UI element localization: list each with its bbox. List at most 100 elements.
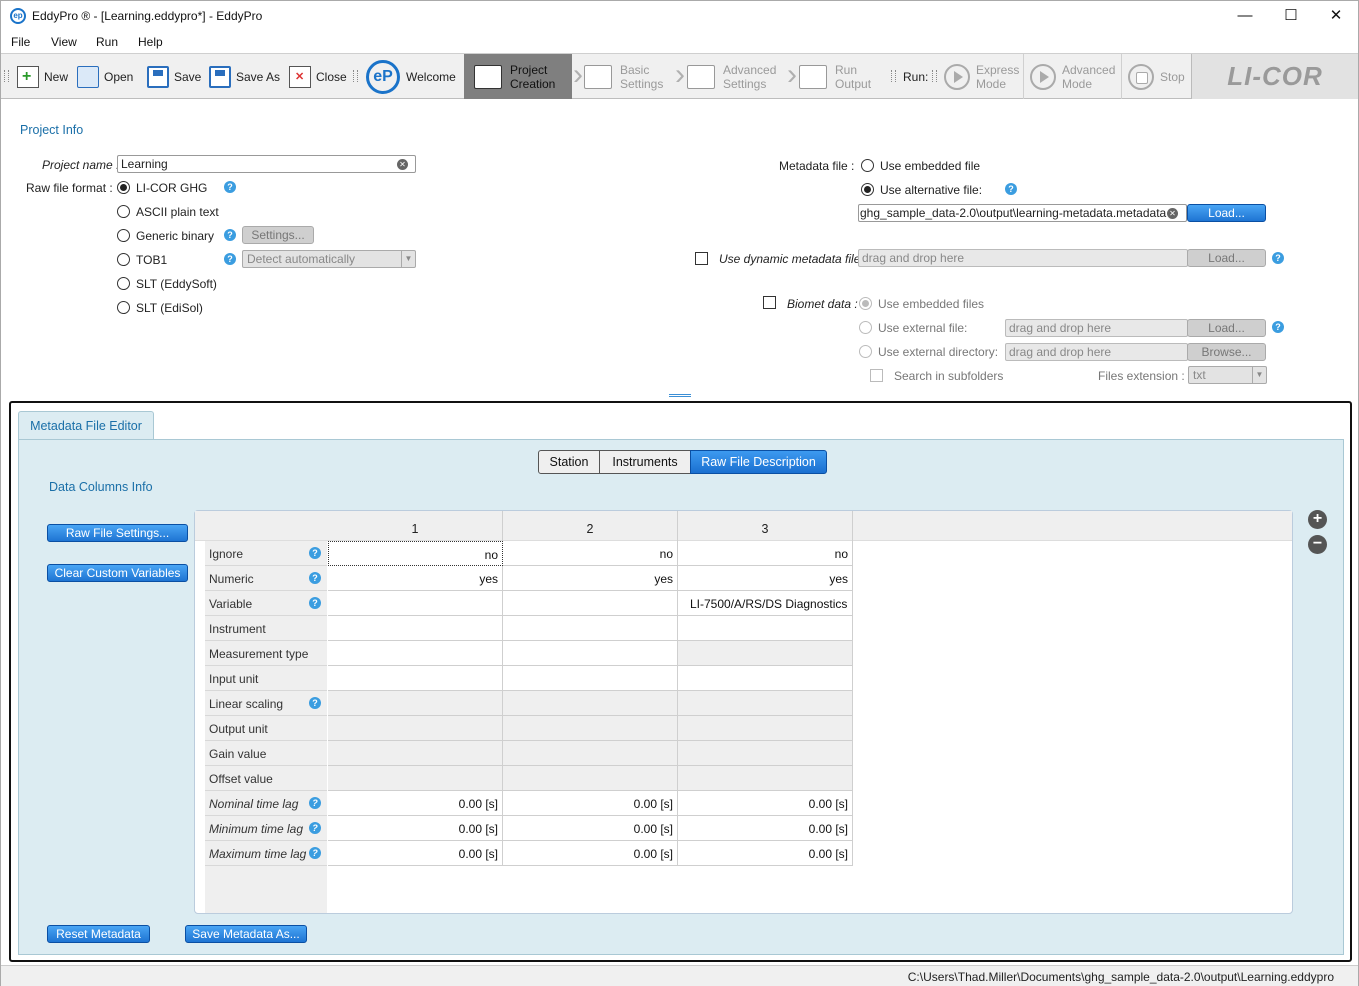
format-slt-eddysoft-radio[interactable] (117, 277, 130, 290)
remove-column-icon[interactable]: − (1308, 535, 1327, 554)
column-header[interactable]: 3 (678, 511, 853, 541)
table-cell[interactable] (503, 616, 678, 641)
table-cell[interactable] (503, 666, 678, 691)
raw-file-settings-button[interactable]: Raw File Settings... (47, 524, 188, 542)
table-cell[interactable] (328, 591, 503, 616)
toolbar-grip-icon[interactable] (891, 70, 896, 82)
new-button[interactable]: New (17, 54, 68, 99)
save-as-button[interactable]: Save As (209, 54, 280, 99)
table-cell[interactable]: LI-7500/A/RS/DS Diagnostics (678, 591, 853, 616)
table-cell[interactable]: 0.00 [s] (503, 816, 678, 841)
menu-help[interactable]: Help (138, 35, 163, 49)
table-cell[interactable]: yes (503, 566, 678, 591)
table-cell[interactable] (328, 641, 503, 666)
table-cell[interactable]: 0.00 [s] (503, 841, 678, 866)
table-cell[interactable] (503, 641, 678, 666)
format-tob1-radio[interactable] (117, 253, 130, 266)
table-cell[interactable]: 0.00 [s] (503, 791, 678, 816)
table-cell[interactable]: no (503, 541, 678, 566)
menu-view[interactable]: View (51, 35, 77, 49)
clear-icon[interactable]: ✕ (397, 159, 408, 170)
close-file-button[interactable]: Close (289, 54, 347, 99)
stage-advanced-settings[interactable]: Advanced Settings (677, 54, 787, 99)
column-header[interactable]: 2 (503, 511, 678, 541)
biomet-embedded-radio[interactable] (859, 297, 872, 310)
column-header[interactable]: 1 (328, 511, 503, 541)
table-cell[interactable] (678, 641, 853, 666)
biomet-checkbox[interactable] (763, 296, 776, 309)
table-cell[interactable] (328, 666, 503, 691)
toolbar-grip-icon[interactable] (4, 70, 9, 82)
table-cell[interactable]: 0.00 [s] (328, 791, 503, 816)
table-cell[interactable]: no (328, 541, 503, 566)
help-icon[interactable]: ? (224, 181, 236, 193)
save-metadata-as-button[interactable]: Save Metadata As... (185, 925, 307, 943)
toolbar-grip-icon[interactable] (353, 70, 358, 82)
help-icon[interactable]: ? (1272, 321, 1284, 333)
table-cell[interactable]: 0.00 [s] (678, 791, 853, 816)
help-icon[interactable]: ? (1272, 252, 1284, 264)
maximize-icon[interactable]: ☐ (1268, 1, 1314, 31)
help-icon[interactable]: ? (309, 547, 321, 559)
table-cell[interactable] (678, 616, 853, 641)
table-cell[interactable] (678, 666, 853, 691)
stage-project-creation[interactable]: Project Creation (464, 54, 572, 99)
stop-button[interactable]: Stop (1121, 54, 1191, 99)
help-icon[interactable]: ? (309, 797, 321, 809)
table-cell[interactable] (678, 691, 853, 716)
advanced-mode-button[interactable]: Advanced Mode (1023, 54, 1123, 99)
help-icon[interactable]: ? (309, 822, 321, 834)
biomet-file-input[interactable]: drag and drop here (1005, 319, 1188, 337)
help-icon[interactable]: ? (309, 572, 321, 584)
menu-file[interactable]: File (11, 35, 30, 49)
table-cell[interactable] (503, 741, 678, 766)
biomet-dir-input[interactable]: drag and drop here (1005, 343, 1188, 361)
table-cell[interactable] (328, 616, 503, 641)
table-cell[interactable]: yes (678, 566, 853, 591)
express-mode-button[interactable]: Express Mode (938, 54, 1024, 99)
biomet-external-dir-radio[interactable] (859, 345, 872, 358)
help-icon[interactable]: ? (1005, 183, 1017, 195)
minimize-icon[interactable]: — (1222, 1, 1268, 31)
dynamic-metadata-checkbox[interactable] (695, 252, 708, 265)
table-cell[interactable] (503, 591, 678, 616)
metadata-path-input[interactable]: ghg_sample_data-2.0\output\learning-meta… (858, 204, 1187, 222)
use-alternative-radio[interactable] (861, 183, 874, 196)
help-icon[interactable]: ? (224, 229, 236, 241)
stage-basic-settings[interactable]: Basic Settings (574, 54, 674, 99)
table-cell[interactable] (328, 766, 503, 791)
format-ascii-radio[interactable] (117, 205, 130, 218)
search-subfolders-checkbox[interactable] (870, 369, 883, 382)
add-column-icon[interactable]: + (1308, 510, 1327, 529)
table-cell[interactable] (678, 766, 853, 791)
toolbar-grip-icon[interactable] (932, 70, 937, 82)
table-cell[interactable] (328, 741, 503, 766)
clear-icon[interactable]: ✕ (1167, 208, 1178, 219)
load-biomet-button[interactable]: Load... (1187, 319, 1266, 337)
tab-station[interactable]: Station (538, 450, 600, 474)
splitter-handle[interactable] (669, 394, 691, 397)
tab-instruments[interactable]: Instruments (599, 450, 691, 474)
table-cell[interactable] (678, 741, 853, 766)
table-cell[interactable]: 0.00 [s] (678, 841, 853, 866)
load-metadata-button[interactable]: Load... (1187, 204, 1266, 222)
table-cell[interactable] (503, 766, 678, 791)
dynamic-metadata-input[interactable]: drag and drop here (858, 249, 1188, 267)
help-icon[interactable]: ? (309, 697, 321, 709)
format-licor-ghg-radio[interactable] (117, 181, 130, 194)
tob1-format-select[interactable]: Detect automatically ▼ (242, 250, 416, 268)
files-extension-select[interactable]: txt ▼ (1188, 366, 1267, 384)
table-cell[interactable]: yes (328, 566, 503, 591)
menu-run[interactable]: Run (96, 35, 118, 49)
table-cell[interactable] (503, 716, 678, 741)
browse-button[interactable]: Browse... (1187, 343, 1266, 361)
table-cell[interactable]: no (678, 541, 853, 566)
welcome-button[interactable]: eP Welcome (366, 54, 456, 99)
format-generic-binary-radio[interactable] (117, 229, 130, 242)
tab-raw-file-description[interactable]: Raw File Description (690, 450, 827, 474)
table-cell[interactable] (503, 691, 678, 716)
table-cell[interactable]: 0.00 [s] (328, 841, 503, 866)
settings-button[interactable]: Settings... (242, 226, 314, 244)
close-window-icon[interactable]: ✕ (1313, 1, 1359, 31)
tab-metadata-file-editor[interactable]: Metadata File Editor (18, 411, 154, 440)
